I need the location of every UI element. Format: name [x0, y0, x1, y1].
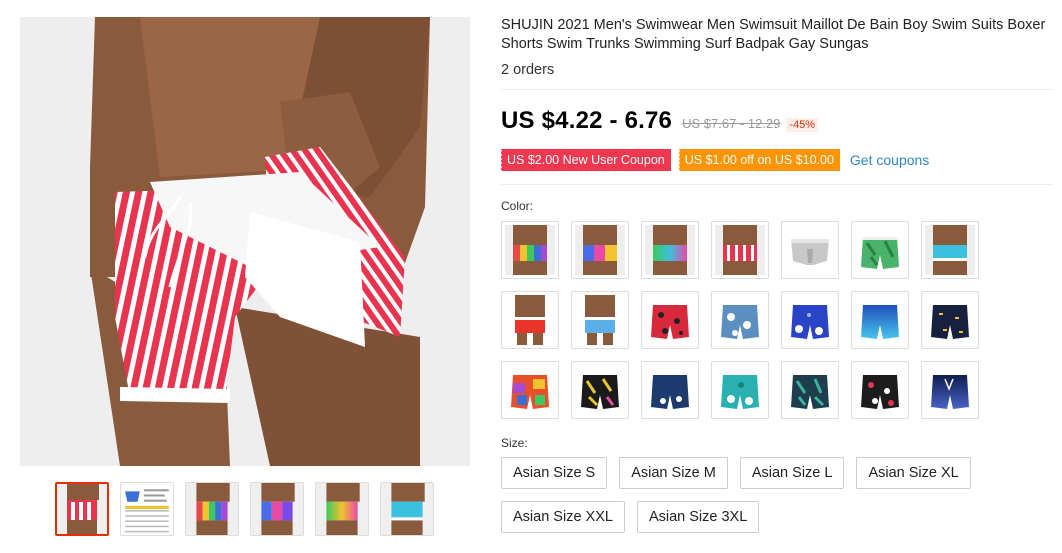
- divider: [501, 89, 1053, 90]
- get-coupons-link[interactable]: Get coupons: [850, 152, 929, 168]
- shorts-multicolor-icon: [505, 365, 555, 415]
- color-swatch[interactable]: [501, 361, 559, 419]
- shorts-black-red-floral-icon: [855, 365, 905, 415]
- shorts-green-tropical-icon: [855, 225, 905, 275]
- thumbnail-cyan-brief[interactable]: [380, 482, 434, 536]
- color-swatch[interactable]: [641, 361, 699, 419]
- brief-blue-model-icon: [575, 295, 625, 345]
- shorts-teal-leaf-icon: [785, 365, 835, 415]
- shorts-royal-blue-floral-icon: [785, 295, 835, 345]
- brief-red-white-stripe-icon: [715, 225, 765, 275]
- shorts-teal-floral-icon: [715, 365, 765, 415]
- size-option-xl[interactable]: Asian Size XL: [856, 457, 971, 489]
- shorts-blue-gradient-icon: [855, 295, 905, 345]
- size-option-l[interactable]: Asian Size L: [739, 457, 845, 489]
- size-option-s[interactable]: Asian Size S: [501, 457, 608, 489]
- price-row: US $4.22 - 6.76 US $7.67 - 12.29 -45%: [501, 107, 1053, 135]
- brief-rainbow-gradient-icon: [645, 225, 695, 275]
- color-swatch[interactable]: [711, 221, 769, 279]
- thumbnail-rainbow-gradient-brief[interactable]: [315, 482, 369, 536]
- brief-blue-pink-stripe-icon: [575, 225, 625, 275]
- thumbnail-rainbow-brief[interactable]: [185, 482, 239, 536]
- brief-cyan-icon: [925, 225, 975, 275]
- thumbnail-blue-pink-brief[interactable]: [250, 482, 304, 536]
- order-count: 2 orders: [501, 62, 555, 78]
- thumbnail-strip: [55, 482, 434, 536]
- brief-grey-icon: [785, 225, 835, 275]
- shorts-blue-white-floral-icon: [715, 295, 765, 345]
- color-swatch[interactable]: [851, 221, 909, 279]
- color-swatch[interactable]: [921, 361, 979, 419]
- color-swatch[interactable]: [921, 221, 979, 279]
- shorts-navy-white-icon: [645, 365, 695, 415]
- shorts-red-floral-icon: [645, 295, 695, 345]
- size-option-m[interactable]: Asian Size M: [619, 457, 728, 489]
- color-swatch[interactable]: [711, 361, 769, 419]
- color-swatch-grid: [501, 221, 1053, 419]
- thumbnail-size-chart[interactable]: [120, 482, 174, 536]
- shorts-navy-pattern-icon: [925, 295, 975, 345]
- color-swatch[interactable]: [641, 291, 699, 349]
- divider: [501, 184, 1053, 185]
- color-swatch[interactable]: [781, 291, 839, 349]
- model-swim-brief-photo: [20, 17, 470, 466]
- color-swatch[interactable]: [781, 361, 839, 419]
- color-swatch[interactable]: [571, 291, 629, 349]
- color-swatch[interactable]: [921, 291, 979, 349]
- color-swatch[interactable]: [711, 291, 769, 349]
- color-label: Color:: [501, 199, 534, 213]
- size-option-3xl[interactable]: Asian Size 3XL: [636, 501, 760, 533]
- color-swatch[interactable]: [641, 221, 699, 279]
- current-price: US $4.22 - 6.76: [501, 107, 673, 134]
- product-page: SHUJIN 2021 Men's Swimwear Men Swimsuit …: [0, 0, 1062, 553]
- color-swatch[interactable]: [501, 221, 559, 279]
- product-title: SHUJIN 2021 Men's Swimwear Men Swimsuit …: [501, 17, 1046, 52]
- size-option-xxl[interactable]: Asian Size XXL: [501, 501, 625, 533]
- shorts-neon-palm-icon: [575, 365, 625, 415]
- thumbnail-red-stripe-brief[interactable]: [55, 482, 109, 536]
- original-price: US $7.67 - 12.29: [682, 116, 781, 131]
- brief-red-model-icon: [505, 295, 555, 345]
- store-coupon[interactable]: US $1.00 off on US $10.00: [677, 149, 840, 171]
- coupon-row: US $2.00 New User Coupon US $1.00 off on…: [500, 149, 1053, 171]
- size-options: Asian Size S Asian Size M Asian Size L A…: [501, 457, 971, 533]
- main-product-image[interactable]: [20, 17, 470, 466]
- shorts-navy-gradient-icon: [925, 365, 975, 415]
- color-swatch[interactable]: [571, 221, 629, 279]
- size-label: Size:: [501, 436, 528, 450]
- product-info: SHUJIN 2021 Men's Swimwear Men Swimsuit …: [500, 16, 1053, 533]
- color-swatch[interactable]: [501, 291, 559, 349]
- discount-badge: -45%: [786, 118, 819, 132]
- color-swatch[interactable]: [851, 291, 909, 349]
- brief-rainbow-stripe-icon: [505, 225, 555, 275]
- color-swatch[interactable]: [851, 361, 909, 419]
- color-swatch[interactable]: [781, 221, 839, 279]
- new-user-coupon[interactable]: US $2.00 New User Coupon: [500, 149, 671, 171]
- color-swatch[interactable]: [571, 361, 629, 419]
